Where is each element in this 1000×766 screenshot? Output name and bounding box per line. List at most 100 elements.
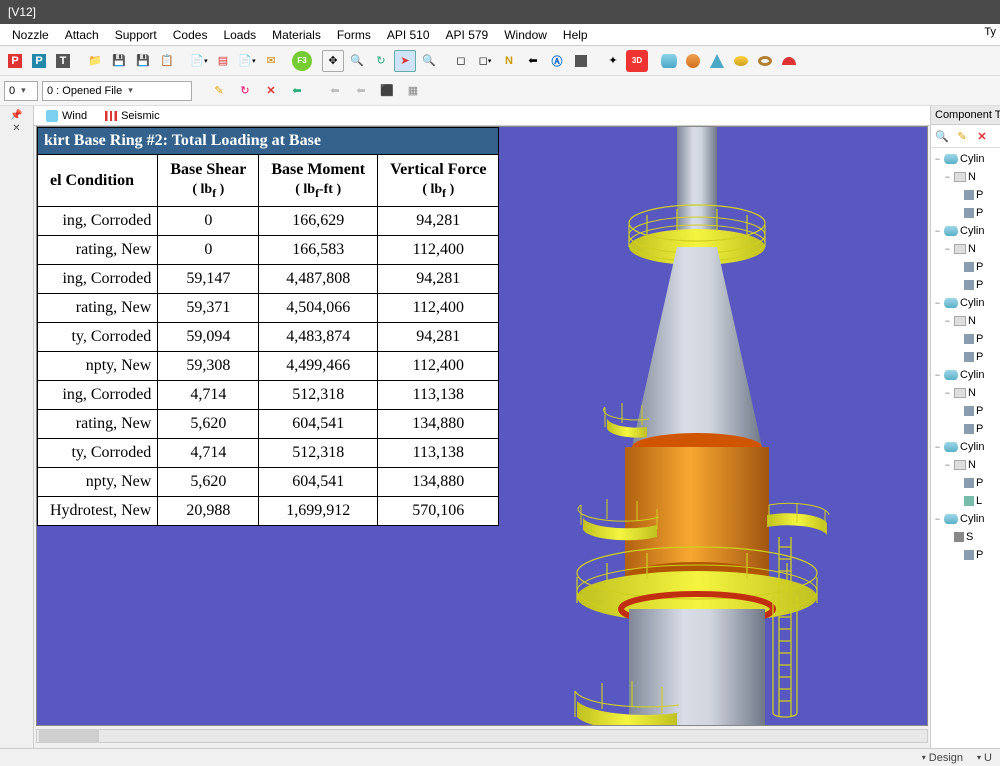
search-button[interactable]: 🔍	[933, 127, 951, 145]
cyl-button[interactable]	[658, 50, 680, 72]
pan-button[interactable]: ✥	[322, 50, 344, 72]
cone-button[interactable]	[706, 50, 728, 72]
menu-help[interactable]: Help	[555, 26, 596, 44]
nav-first-button[interactable]: ⬅	[324, 80, 346, 102]
menu-api-510[interactable]: API 510	[379, 26, 438, 44]
tree-node[interactable]: P	[933, 348, 1000, 366]
rotate-button[interactable]: ↻	[370, 50, 392, 72]
tree-node[interactable]: P	[933, 204, 1000, 222]
refresh-button[interactable]: ↻	[234, 80, 256, 102]
tree-node[interactable]: − Cylin	[933, 294, 1000, 312]
mail-button[interactable]: ✉	[260, 50, 282, 72]
fit-button[interactable]: 🔍	[418, 50, 440, 72]
vessel-3d-model[interactable]	[547, 127, 847, 725]
scroll-track[interactable]	[36, 729, 928, 743]
north-button[interactable]: N	[498, 50, 520, 72]
cube-button[interactable]: ◻	[450, 50, 472, 72]
3d-button[interactable]: 3D	[626, 50, 648, 72]
status-units[interactable]: ▾ U	[977, 752, 992, 764]
3d-viewport[interactable]: kirt Base Ring #2: Total Loading at Base…	[36, 126, 928, 726]
tree-node[interactable]: − Cylin	[933, 366, 1000, 384]
tree-node[interactable]: P	[933, 474, 1000, 492]
tree-twisty-icon[interactable]: −	[933, 514, 942, 524]
tree-node[interactable]: − Cylin	[933, 438, 1000, 456]
tree-node[interactable]: − N	[933, 168, 1000, 186]
tree-node[interactable]: P	[933, 276, 1000, 294]
toolbar-t-button[interactable]: T	[52, 50, 74, 72]
open-button[interactable]: 📁	[84, 50, 106, 72]
tree-twisty-icon[interactable]: −	[933, 154, 942, 164]
f3-button[interactable]: F3	[292, 51, 312, 71]
tree-node[interactable]: P	[933, 186, 1000, 204]
scroll-thumb[interactable]	[39, 730, 99, 742]
pdf-button[interactable]: ▤	[212, 50, 234, 72]
nav-prev-button[interactable]: ⬅	[350, 80, 372, 102]
tree-twisty-icon[interactable]: −	[943, 460, 952, 470]
exit-button[interactable]: ⬅	[286, 80, 308, 102]
menu-materials[interactable]: Materials	[264, 26, 329, 44]
menu-attach[interactable]: Attach	[57, 26, 107, 44]
tree-node[interactable]: P	[933, 258, 1000, 276]
file-name-combo[interactable]: 0 : Opened File ▾	[42, 81, 192, 101]
tree-node[interactable]: − N	[933, 240, 1000, 258]
calc-button[interactable]: ▦	[402, 80, 424, 102]
status-design[interactable]: ▾ Design	[922, 752, 963, 764]
tree-twisty-icon[interactable]: −	[933, 226, 942, 236]
toolbar-p1-button[interactable]: P	[4, 50, 26, 72]
pin-icon[interactable]: 📌	[2, 110, 31, 121]
elbow-button[interactable]	[682, 50, 704, 72]
solid-button[interactable]	[570, 50, 592, 72]
menu-forms[interactable]: Forms	[329, 26, 379, 44]
file-index-combo[interactable]: 0 ▾	[4, 81, 38, 101]
tree-node[interactable]: P	[933, 546, 1000, 564]
menu-bar[interactable]: NozzleAttachSupportCodesLoadsMaterialsFo…	[0, 24, 1000, 46]
tree-node[interactable]: − N	[933, 312, 1000, 330]
axes-button[interactable]: ✦	[602, 50, 624, 72]
zoom-button[interactable]: 🔍	[346, 50, 368, 72]
save-button[interactable]: 💾	[108, 50, 130, 72]
cube-dd-button[interactable]: ◻▾	[474, 50, 496, 72]
menu-window[interactable]: Window	[496, 26, 555, 44]
head-button[interactable]	[778, 50, 800, 72]
tree-node[interactable]: S	[933, 528, 1000, 546]
menu-api-579[interactable]: API 579	[438, 26, 497, 44]
tree-node[interactable]: − Cylin	[933, 150, 1000, 168]
tree-twisty-icon[interactable]: −	[943, 244, 952, 254]
page-dd-button[interactable]: 📄▾	[188, 50, 210, 72]
tree-node[interactable]: − Cylin	[933, 510, 1000, 528]
ring-button[interactable]	[754, 50, 776, 72]
tree-twisty-icon[interactable]: −	[943, 388, 952, 398]
edit-pencil-button[interactable]: ✎	[208, 80, 230, 102]
clipboard-button[interactable]: 📋	[156, 50, 178, 72]
nav-back-button[interactable]: ⬅	[522, 50, 544, 72]
tree-twisty-icon[interactable]: −	[943, 172, 952, 182]
left-docked-panel[interactable]: 📌 ✕	[0, 106, 34, 766]
toolbar-p2-button[interactable]: P	[28, 50, 50, 72]
tree-node[interactable]: P	[933, 402, 1000, 420]
tab-seismic[interactable]: Seismic	[101, 110, 164, 122]
close-icon[interactable]: ✕	[2, 123, 31, 134]
alpha-button[interactable]: Ⓐ	[546, 50, 568, 72]
tab-wind[interactable]: Wind	[42, 110, 91, 122]
delete-button[interactable]: ✕	[973, 127, 991, 145]
menu-codes[interactable]: Codes	[165, 26, 216, 44]
menu-nozzle[interactable]: Nozzle	[4, 26, 57, 44]
delete-x-button[interactable]: ✕	[260, 80, 282, 102]
menu-loads[interactable]: Loads	[215, 26, 264, 44]
nav-home-button[interactable]: ⬛	[376, 80, 398, 102]
tree-twisty-icon[interactable]: −	[943, 316, 952, 326]
tree-twisty-icon[interactable]: −	[933, 442, 942, 452]
tree-twisty-icon[interactable]: −	[933, 298, 942, 308]
tree-node[interactable]: P	[933, 330, 1000, 348]
tree-node[interactable]: − N	[933, 384, 1000, 402]
component-tree[interactable]: − Cylin− N P P− Cylin− N P P− Cylin− N P…	[931, 148, 1000, 766]
edit-button[interactable]: ✎	[953, 127, 971, 145]
tree-twisty-icon[interactable]: −	[933, 370, 942, 380]
horizontal-scrollbar[interactable]	[36, 728, 928, 744]
tree-node[interactable]: − N	[933, 456, 1000, 474]
page2-dd-button[interactable]: 📄▾	[236, 50, 258, 72]
menu-support[interactable]: Support	[107, 26, 165, 44]
tree-node[interactable]: − Cylin	[933, 222, 1000, 240]
tree-node[interactable]: L	[933, 492, 1000, 510]
save-multi-button[interactable]: 💾	[132, 50, 154, 72]
